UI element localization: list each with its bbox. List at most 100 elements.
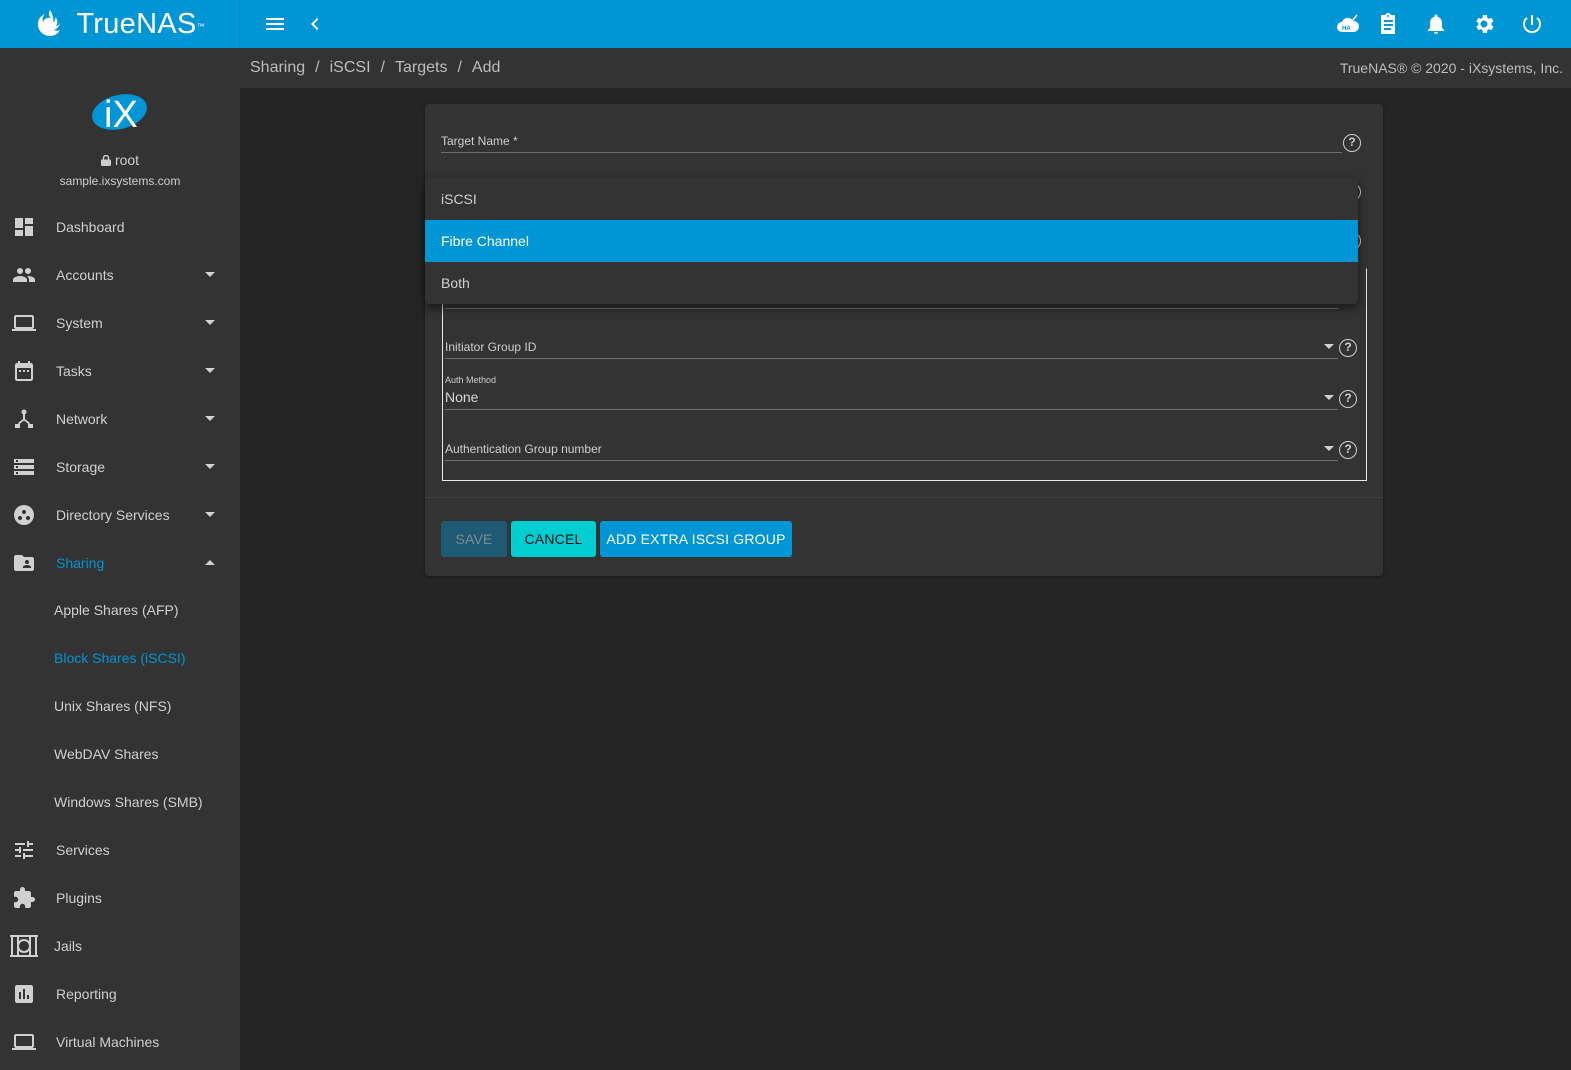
help-icon[interactable]: ?: [1343, 134, 1361, 152]
ix-logo-icon: iX: [92, 94, 147, 133]
lock-icon: [100, 154, 111, 166]
initiator-group-underline: [445, 358, 1338, 359]
chevron-down-icon: [205, 416, 215, 421]
notifications-icon: [1428, 14, 1444, 34]
sidebar-item-label: Services: [56, 842, 110, 858]
sidebar-subitem-nfs[interactable]: Unix Shares (NFS): [0, 683, 240, 731]
dropdown-option-iscsi[interactable]: iSCSI: [425, 178, 1358, 220]
sidebar-subitem-smb[interactable]: Windows Shares (SMB): [0, 779, 240, 827]
sidebar-item-sharing[interactable]: Sharing: [0, 539, 240, 587]
username: root: [0, 152, 240, 168]
sidebar-item-label: Tasks: [56, 363, 92, 379]
portal-group-underline: [445, 308, 1338, 309]
sidebar-item-dashboard[interactable]: Dashboard: [0, 203, 240, 251]
help-icon[interactable]: ?: [1339, 441, 1357, 459]
sidebar-item-label: Virtual Machines: [56, 1034, 160, 1050]
task-manager-button[interactable]: [1372, 8, 1404, 40]
chevron-down-icon[interactable]: [1324, 344, 1334, 349]
save-button[interactable]: SAVE: [441, 521, 507, 557]
sidebar-item-plugins[interactable]: Plugins: [0, 874, 240, 922]
auth-group-select[interactable]: Authentication Group number: [445, 440, 1338, 462]
menu-toggle-button[interactable]: [259, 8, 291, 40]
sidebar-item-label: Accounts: [56, 267, 114, 283]
sidebar-subitem-afp[interactable]: Apple Shares (AFP): [0, 587, 240, 635]
sidebar-item-services[interactable]: Services: [0, 826, 240, 874]
sidebar-item-system[interactable]: System: [0, 299, 240, 347]
breadcrumb-iscsi[interactable]: iSCSI: [330, 59, 371, 77]
cancel-button[interactable]: CANCEL: [511, 521, 596, 557]
sidebar-item-accounts[interactable]: Accounts: [0, 251, 240, 299]
auth-method-select[interactable]: Auth Method None: [445, 374, 1338, 410]
sidebar-item-virtual-machines[interactable]: Virtual Machines: [0, 1018, 240, 1066]
target-name-label: Target Name *: [441, 134, 518, 148]
breadcrumb-separator: /: [380, 59, 385, 76]
breadcrumb-separator: /: [457, 59, 462, 76]
sidebar-item-label: Plugins: [56, 890, 102, 906]
target-mode-dropdown: iSCSI Fibre Channel Both: [425, 178, 1358, 304]
chevron-down-icon[interactable]: [1324, 395, 1334, 400]
calendar-icon: [12, 359, 36, 383]
chevron-down-icon: [205, 464, 215, 469]
auth-method-value: None: [445, 389, 479, 405]
sidebar-item-storage[interactable]: Storage: [0, 443, 240, 491]
chevron-left-icon: [311, 18, 319, 30]
top-bar: TrueNAS ™ HA: [0, 0, 1571, 48]
sidebar-item-directory-services[interactable]: Directory Services: [0, 491, 240, 539]
chevron-down-icon[interactable]: [1324, 446, 1334, 451]
settings-button[interactable]: [1468, 8, 1500, 40]
initiator-group-select[interactable]: Initiator Group ID: [445, 338, 1338, 360]
breadcrumb: Sharing / iSCSI / Targets / Add: [250, 59, 500, 77]
copyright: TrueNAS® © 2020 - iXsystems, Inc.: [1339, 60, 1563, 76]
breadcrumb-sharing[interactable]: Sharing: [250, 59, 305, 77]
chart-icon: [12, 982, 36, 1006]
sidebar-item-reporting[interactable]: Reporting: [0, 970, 240, 1018]
sidebar: iX root sample.ixsystems.com Dashboard A…: [0, 48, 240, 1070]
dashboard-icon: [12, 215, 36, 239]
initiator-group-label: Initiator Group ID: [445, 340, 537, 354]
task-manager-icon: [1381, 13, 1395, 34]
auth-group-label: Authentication Group number: [445, 442, 602, 456]
dropdown-option-fibre-channel[interactable]: Fibre Channel: [425, 220, 1358, 262]
profile: iX root sample.ixsystems.com: [0, 48, 240, 203]
form-divider: [425, 497, 1383, 498]
sidebar-subitem-iscsi[interactable]: Block Shares (iSCSI): [0, 635, 240, 683]
sidebar-item-label: Storage: [56, 459, 106, 475]
sidebar-subitem-label: Block Shares (iSCSI): [54, 650, 186, 666]
chevron-down-icon: [205, 512, 215, 517]
svg-text:HA: HA: [1342, 26, 1351, 32]
storage-icon: [12, 455, 36, 479]
ha-status-button[interactable]: HA: [1332, 8, 1364, 40]
target-form-card: Target Name * ? ? ? Initiator Group ID ?…: [425, 104, 1383, 576]
power-button[interactable]: [1516, 8, 1548, 40]
hostname: sample.ixsystems.com: [59, 174, 181, 188]
puzzle-icon: [12, 886, 36, 910]
truenas-logo-icon: [38, 10, 61, 36]
sidebar-item-jails[interactable]: Jails: [0, 922, 240, 970]
breadcrumb-targets[interactable]: Targets: [395, 59, 447, 77]
sidebar-item-tasks[interactable]: Tasks: [0, 347, 240, 395]
target-name-underline: [441, 152, 1342, 153]
power-icon: [1523, 15, 1541, 34]
brand[interactable]: TrueNAS ™: [0, 0, 240, 48]
chevron-up-icon: [205, 560, 215, 565]
add-extra-iscsi-group-button[interactable]: ADD EXTRA ISCSI GROUP: [600, 521, 792, 557]
notifications-button[interactable]: [1420, 8, 1452, 40]
target-name-field[interactable]: Target Name *: [441, 132, 1342, 154]
sidebar-item-label: Jails: [54, 938, 83, 954]
sidebar-item-label: Dashboard: [56, 219, 125, 235]
breadcrumb-bar: Sharing / iSCSI / Targets / Add TrueNAS®…: [240, 48, 1571, 88]
help-icon[interactable]: ?: [1339, 339, 1357, 357]
ha-status-icon: HA: [1337, 14, 1360, 32]
network-icon: [12, 407, 36, 431]
dropdown-option-both[interactable]: Both: [425, 262, 1358, 304]
sidebar-item-label: Network: [56, 411, 108, 427]
chevron-down-icon: [205, 320, 215, 325]
sidebar-item-label: Reporting: [56, 986, 117, 1002]
sidebar-subitem-webdav[interactable]: WebDAV Shares: [0, 731, 240, 779]
collapse-sidebar-button[interactable]: [299, 8, 331, 40]
sidebar-item-label: Sharing: [56, 555, 105, 571]
svg-text:iX: iX: [104, 94, 138, 133]
directory-services-icon: [12, 503, 36, 527]
sidebar-item-network[interactable]: Network: [0, 395, 240, 443]
help-icon[interactable]: ?: [1339, 390, 1357, 408]
